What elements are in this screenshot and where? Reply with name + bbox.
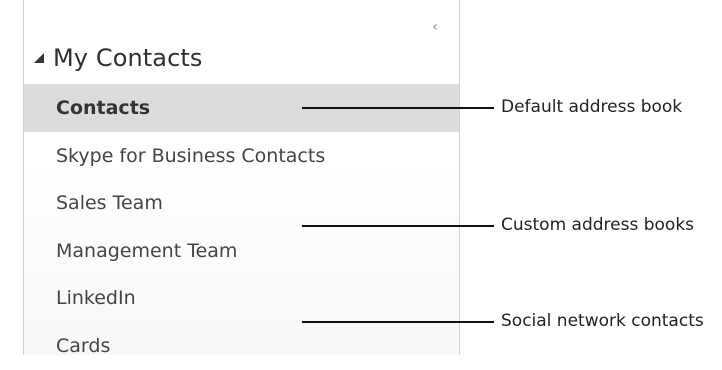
folder-item-label: Cards xyxy=(56,335,111,357)
my-contacts-group-header[interactable]: My Contacts xyxy=(33,40,203,76)
callout-social-network-contacts: Social network contacts xyxy=(501,311,704,331)
group-title: My Contacts xyxy=(53,44,203,72)
folder-item-label: Sales Team xyxy=(56,192,163,214)
folder-item-label: LinkedIn xyxy=(56,287,136,309)
folder-item-cards[interactable]: Cards xyxy=(24,322,459,370)
folder-item-sales-team[interactable]: Sales Team xyxy=(24,179,459,227)
folder-item-label: Contacts xyxy=(56,97,151,119)
folder-item-management-team[interactable]: Management Team xyxy=(24,227,459,275)
callout-line-custom xyxy=(302,225,494,227)
folder-item-label: Management Team xyxy=(56,240,238,262)
chevron-left-icon: ‹ xyxy=(432,19,438,35)
collapse-pane-button[interactable]: ‹ xyxy=(428,19,442,35)
expanded-triangle-icon xyxy=(33,52,45,64)
folder-item-label: Skype for Business Contacts xyxy=(56,145,326,167)
folder-item-skype-for-business-contacts[interactable]: Skype for Business Contacts xyxy=(24,132,459,180)
folder-item-linkedin[interactable]: LinkedIn xyxy=(24,274,459,322)
callout-custom-address-books: Custom address books xyxy=(501,215,695,235)
callout-default-address-book: Default address book xyxy=(501,97,683,117)
callout-line-default xyxy=(302,107,494,109)
callout-line-social xyxy=(302,321,494,323)
